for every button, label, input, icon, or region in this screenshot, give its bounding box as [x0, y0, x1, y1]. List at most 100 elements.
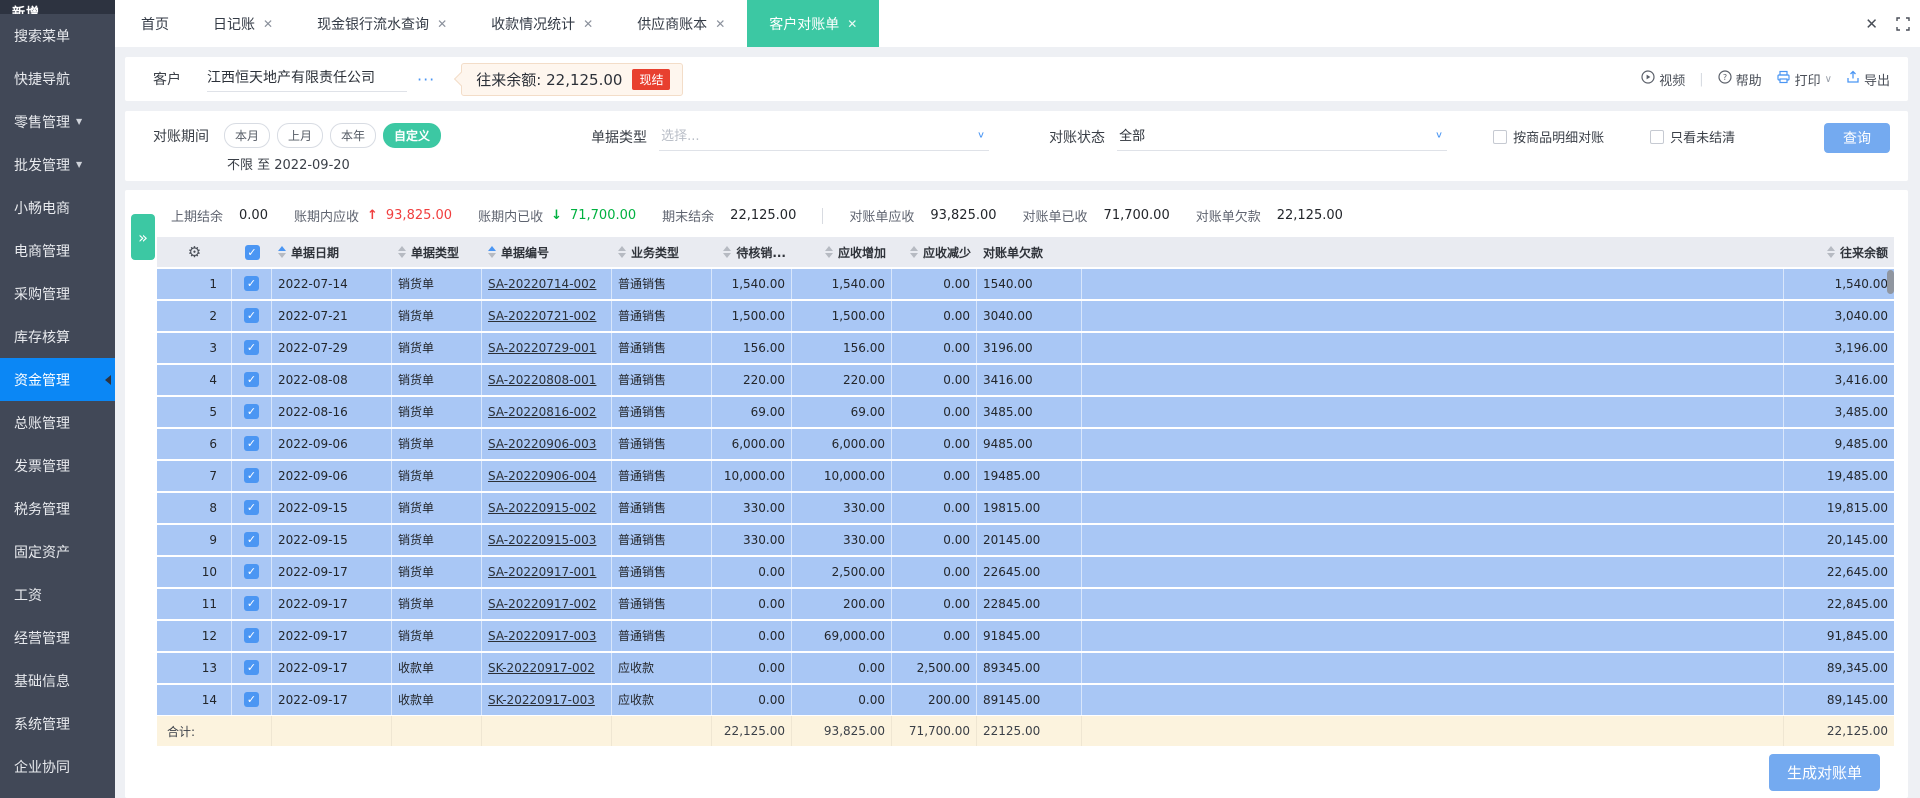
- sidebar-item[interactable]: 快捷导航 ▼: [0, 57, 115, 100]
- doc-link[interactable]: SK-20220917-002: [488, 661, 595, 675]
- sort-icon[interactable]: [278, 246, 286, 258]
- row-checkbox[interactable]: ✓: [244, 692, 259, 708]
- doc-link[interactable]: SA-20220906-003: [488, 437, 596, 451]
- tab-close-icon[interactable]: ✕: [263, 17, 273, 31]
- header-balance[interactable]: 往来余额: [1784, 237, 1894, 267]
- header-decrease[interactable]: 应收减少: [892, 237, 977, 267]
- column-settings[interactable]: ⚙: [157, 237, 232, 267]
- row-checkbox-cell[interactable]: ✓: [232, 620, 272, 651]
- sidebar-item[interactable]: 经营管理 ▼: [0, 616, 115, 659]
- table-row[interactable]: 6 ✓ 2022-09-06 销货单 SA-20220906-003 普通销售 …: [157, 428, 1894, 459]
- sidebar-item[interactable]: 搜索菜单 ▼: [0, 14, 115, 57]
- row-checkbox-cell[interactable]: ✓: [232, 556, 272, 587]
- table-row[interactable]: 8 ✓ 2022-09-15 销货单 SA-20220915-002 普通销售 …: [157, 492, 1894, 523]
- row-checkbox[interactable]: ✓: [244, 404, 259, 420]
- sidebar-clipped-item[interactable]: 新增: [0, 0, 115, 14]
- row-checkbox[interactable]: ✓: [244, 564, 259, 580]
- sidebar-item[interactable]: 小畅电商 ▼: [0, 186, 115, 229]
- sidebar-item[interactable]: 库存核算 ▼: [0, 315, 115, 358]
- vertical-scrollbar[interactable]: [1887, 270, 1894, 294]
- period-pill[interactable]: 本年: [330, 123, 377, 148]
- sidebar-item[interactable]: 税务管理 ▼: [0, 487, 115, 530]
- row-checkbox-cell[interactable]: ✓: [232, 492, 272, 523]
- generate-statement-button[interactable]: 生成对账单: [1768, 753, 1880, 791]
- tab[interactable]: 现金银行流水查询 ✕: [295, 0, 469, 47]
- close-icon[interactable]: ✕: [1865, 15, 1878, 33]
- header-doc-code[interactable]: 单据编号: [482, 237, 612, 267]
- tab[interactable]: 供应商账本 ✕: [615, 0, 747, 47]
- doc-link[interactable]: SA-20220816-002: [488, 405, 596, 419]
- header-pending[interactable]: 待核销...: [712, 237, 792, 267]
- table-row[interactable]: 1 ✓ 2022-07-14 销货单 SA-20220714-002 普通销售 …: [157, 268, 1894, 299]
- select-all-checkbox[interactable]: ✓: [244, 244, 260, 260]
- header-doc-type[interactable]: 单据类型: [392, 237, 482, 267]
- row-checkbox[interactable]: ✓: [244, 500, 259, 516]
- detail-checkbox[interactable]: 按商品明细对账: [1493, 127, 1604, 146]
- sidebar-item[interactable]: 发票管理 ▼: [0, 444, 115, 487]
- customer-more-icon[interactable]: ···: [417, 70, 435, 89]
- row-checkbox-cell[interactable]: ✓: [232, 300, 272, 331]
- sort-icon[interactable]: [824, 246, 833, 258]
- table-row[interactable]: 3 ✓ 2022-07-29 销货单 SA-20220729-001 普通销售 …: [157, 332, 1894, 363]
- doc-link[interactable]: SA-20220721-002: [488, 309, 596, 323]
- row-checkbox-cell[interactable]: ✓: [232, 684, 272, 715]
- sidebar-item[interactable]: 批发管理 ▼: [0, 143, 115, 186]
- doc-link[interactable]: SA-20220915-002: [488, 501, 596, 515]
- sort-icon[interactable]: [618, 246, 626, 258]
- table-row[interactable]: 9 ✓ 2022-09-15 销货单 SA-20220915-003 普通销售 …: [157, 524, 1894, 555]
- sort-icon[interactable]: [398, 246, 406, 258]
- row-checkbox-cell[interactable]: ✓: [232, 332, 272, 363]
- period-pill[interactable]: 上月: [277, 123, 324, 148]
- tab[interactable]: 收款情况统计 ✕: [469, 0, 615, 47]
- row-checkbox[interactable]: ✓: [244, 308, 259, 324]
- row-checkbox[interactable]: ✓: [244, 468, 259, 484]
- table-row[interactable]: 13 ✓ 2022-09-17 收款单 SK-20220917-002 应收款 …: [157, 652, 1894, 683]
- doc-link[interactable]: SA-20220917-002: [488, 597, 596, 611]
- tab-close-icon[interactable]: ✕: [437, 17, 447, 31]
- table-row[interactable]: 7 ✓ 2022-09-06 销货单 SA-20220906-004 普通销售 …: [157, 460, 1894, 491]
- row-checkbox-cell[interactable]: ✓: [232, 460, 272, 491]
- row-checkbox[interactable]: ✓: [244, 660, 259, 676]
- table-row[interactable]: 5 ✓ 2022-08-16 销货单 SA-20220816-002 普通销售 …: [157, 396, 1894, 427]
- period-pill[interactable]: 本月: [224, 123, 271, 148]
- sort-icon[interactable]: [488, 246, 496, 258]
- row-checkbox-cell[interactable]: ✓: [232, 428, 272, 459]
- row-checkbox[interactable]: ✓: [244, 276, 259, 292]
- sidebar-item[interactable]: 采购管理 ▼: [0, 272, 115, 315]
- row-checkbox-cell[interactable]: ✓: [232, 588, 272, 619]
- unsettled-checkbox[interactable]: 只看未结清: [1650, 127, 1735, 146]
- doc-link[interactable]: SA-20220917-001: [488, 565, 596, 579]
- expand-panel-button[interactable]: »: [131, 214, 155, 260]
- sidebar-item[interactable]: 电商管理 ▼: [0, 229, 115, 272]
- row-checkbox[interactable]: ✓: [244, 372, 259, 388]
- gear-icon[interactable]: ⚙: [188, 243, 201, 261]
- row-checkbox[interactable]: ✓: [244, 596, 259, 612]
- video-button[interactable]: 视频: [1641, 70, 1685, 89]
- chevron-down-icon[interactable]: ∨: [1825, 74, 1832, 85]
- sidebar-item[interactable]: 企业协同 ▼: [0, 745, 115, 788]
- doc-link[interactable]: SA-20220729-001: [488, 341, 596, 355]
- doc-link[interactable]: SA-20220917-003: [488, 629, 596, 643]
- header-biz-type[interactable]: 业务类型: [612, 237, 712, 267]
- row-checkbox[interactable]: ✓: [244, 436, 259, 452]
- row-checkbox-cell[interactable]: ✓: [232, 364, 272, 395]
- print-button[interactable]: 打印 ∨: [1776, 70, 1832, 89]
- period-range[interactable]: 不限 至 2022-09-20: [227, 154, 441, 173]
- sort-icon[interactable]: [723, 246, 732, 258]
- doc-link[interactable]: SA-20220808-001: [488, 373, 596, 387]
- row-checkbox[interactable]: ✓: [244, 340, 259, 356]
- sidebar-item[interactable]: 工资 ▼: [0, 573, 115, 616]
- table-row[interactable]: 12 ✓ 2022-09-17 销货单 SA-20220917-003 普通销售…: [157, 620, 1894, 651]
- sort-icon[interactable]: [909, 246, 918, 258]
- row-checkbox-cell[interactable]: ✓: [232, 396, 272, 427]
- status-select[interactable]: 全部 ∨: [1117, 123, 1448, 151]
- doc-link[interactable]: SA-20220915-003: [488, 533, 596, 547]
- sidebar-item[interactable]: 固定资产 ▼: [0, 530, 115, 573]
- doc-link[interactable]: SA-20220906-004: [488, 469, 596, 483]
- query-button[interactable]: 查询: [1824, 123, 1890, 153]
- tab[interactable]: 日记账 ✕: [191, 0, 295, 47]
- fullscreen-icon[interactable]: [1896, 16, 1910, 31]
- row-checkbox-cell[interactable]: ✓: [232, 268, 272, 299]
- tab-close-icon[interactable]: ✕: [583, 17, 593, 31]
- row-checkbox-cell[interactable]: ✓: [232, 652, 272, 683]
